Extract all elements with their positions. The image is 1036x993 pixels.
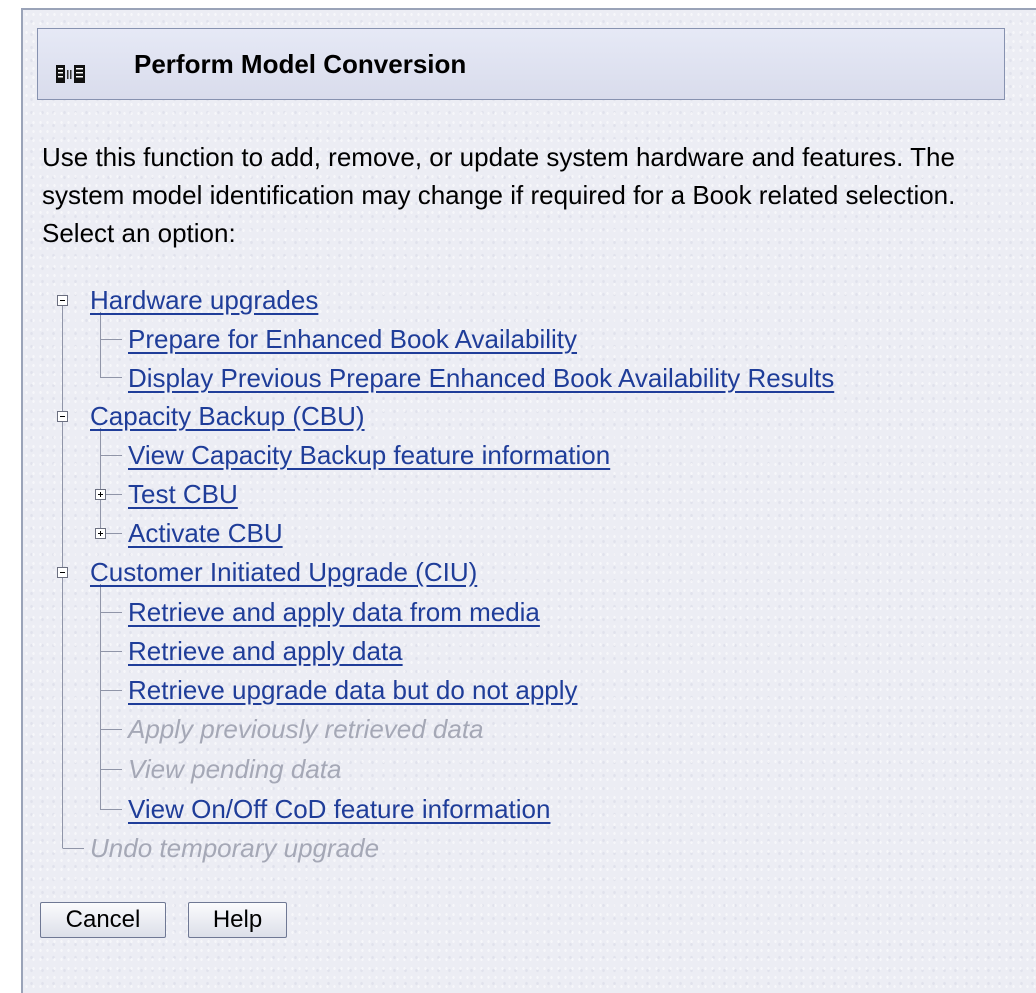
tree-item-view-onoff-cod[interactable]: View On/Off CoD feature information	[128, 794, 550, 824]
description-text: Use this function to add, remove, or upd…	[42, 142, 956, 248]
tree-item-activate-cbu[interactable]: Activate CBU	[128, 518, 283, 548]
cancel-button[interactable]: Cancel	[40, 902, 166, 938]
cbu-collapse-icon[interactable]	[57, 411, 68, 422]
page-title: Perform Model Conversion	[134, 49, 467, 79]
tree-item-hardware-upgrades[interactable]: Hardware upgrades	[90, 285, 318, 315]
tree-item-prepare-enhanced-book[interactable]: Prepare for Enhanced Book Availability	[128, 324, 577, 354]
tree-item-view-pending-data: View pending data	[128, 754, 342, 784]
help-button[interactable]: Help	[188, 902, 287, 938]
tree-item-view-cbu-info[interactable]: View Capacity Backup feature information	[128, 440, 610, 470]
server-books-icon	[56, 65, 85, 83]
test-cbu-expand-icon[interactable]	[95, 489, 106, 500]
tree-item-retrieve-apply-media[interactable]: Retrieve and apply data from media	[128, 597, 540, 627]
tree-item-display-previous-results[interactable]: Display Previous Prepare Enhanced Book A…	[128, 363, 834, 393]
tree-item-customer-initiated-upgrade[interactable]: Customer Initiated Upgrade (CIU)	[90, 557, 477, 587]
panel-header: Perform Model Conversion	[37, 28, 1005, 100]
ciu-collapse-icon[interactable]	[57, 567, 68, 578]
tree-item-test-cbu[interactable]: Test CBU	[128, 479, 238, 509]
tree-item-retrieve-apply-data[interactable]: Retrieve and apply data	[128, 636, 403, 666]
activate-cbu-expand-icon[interactable]	[95, 528, 106, 539]
tree-item-retrieve-not-apply[interactable]: Retrieve upgrade data but do not apply	[128, 675, 578, 705]
tree-item-undo-temporary-upgrade: Undo temporary upgrade	[90, 833, 380, 863]
tree-item-apply-previously-retrieved: Apply previously retrieved data	[128, 714, 484, 744]
tree-item-capacity-backup[interactable]: Capacity Backup (CBU)	[90, 401, 365, 431]
hardware-upgrades-collapse-icon[interactable]	[57, 295, 68, 306]
